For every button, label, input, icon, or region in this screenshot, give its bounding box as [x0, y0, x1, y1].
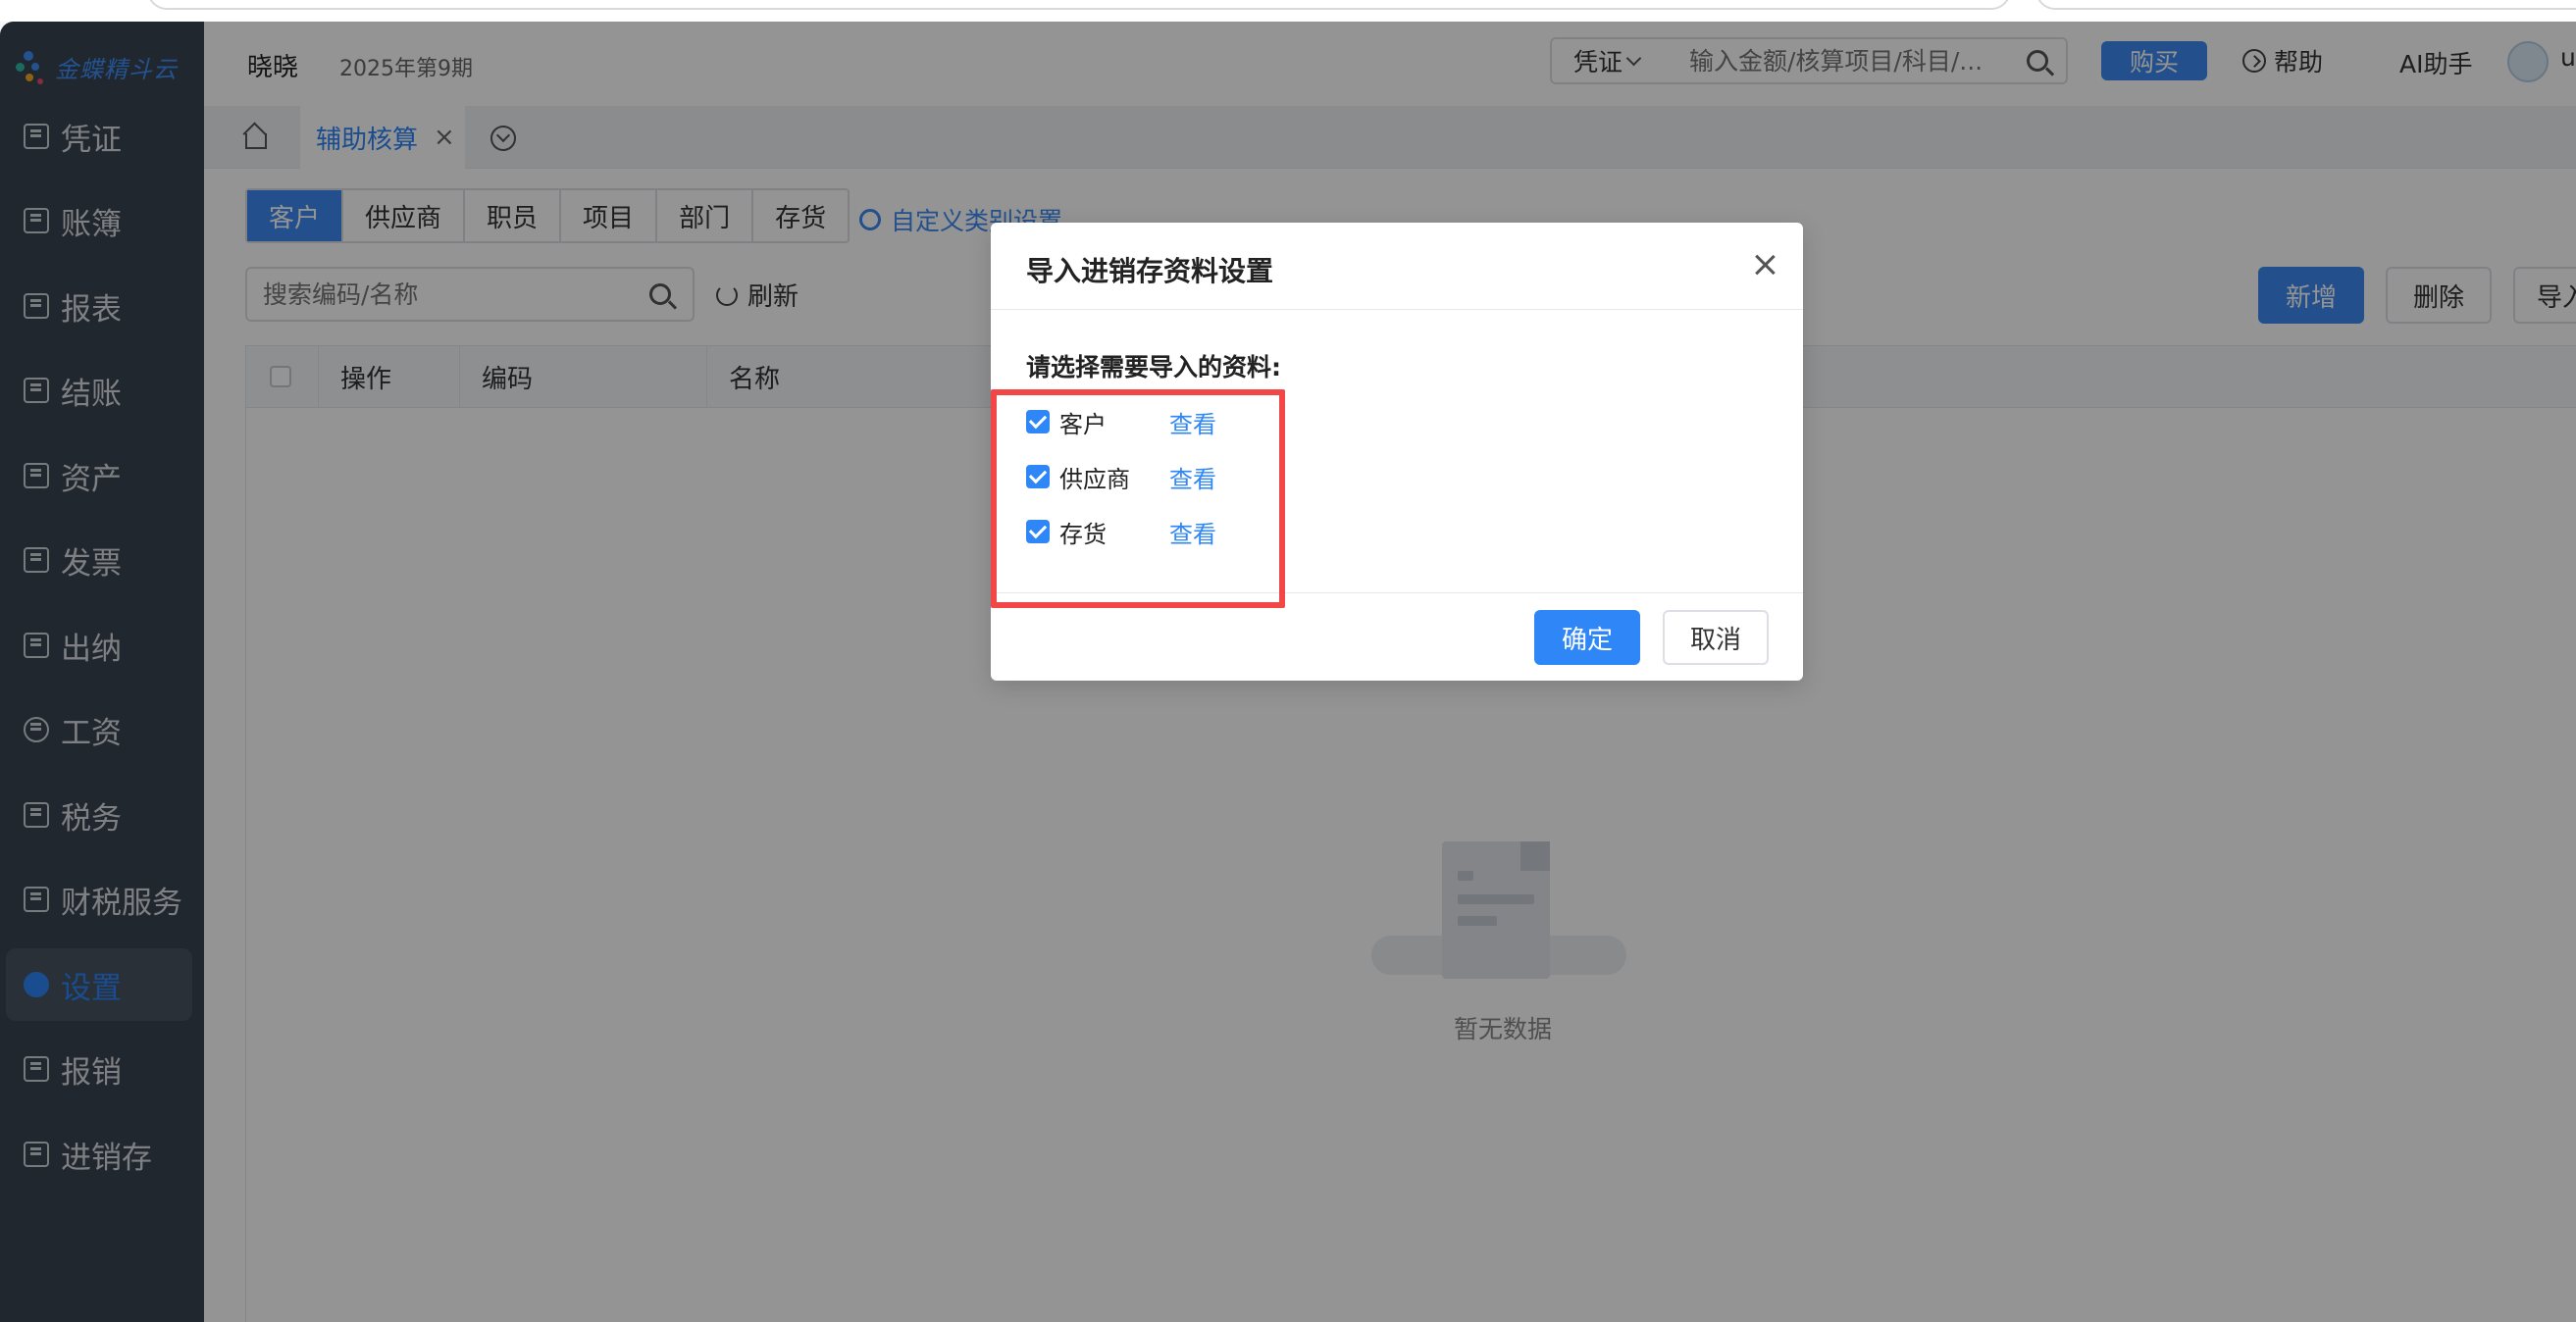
browser-chrome: [0, 0, 2576, 22]
dialog-title: 导入进销存资料设置: [1026, 255, 1274, 287]
confirm-button[interactable]: 确定: [1534, 610, 1640, 665]
dialog-prompt: 请选择需要导入的资料:: [1026, 353, 1281, 381]
close-icon[interactable]: [1752, 252, 1777, 278]
divider: [991, 309, 1803, 310]
browser-address-bar[interactable]: [147, 0, 2011, 10]
browser-extension-bar[interactable]: [2035, 0, 2576, 10]
cancel-button[interactable]: 取消: [1663, 610, 1769, 665]
annotation-highlight-box: [991, 389, 1285, 608]
